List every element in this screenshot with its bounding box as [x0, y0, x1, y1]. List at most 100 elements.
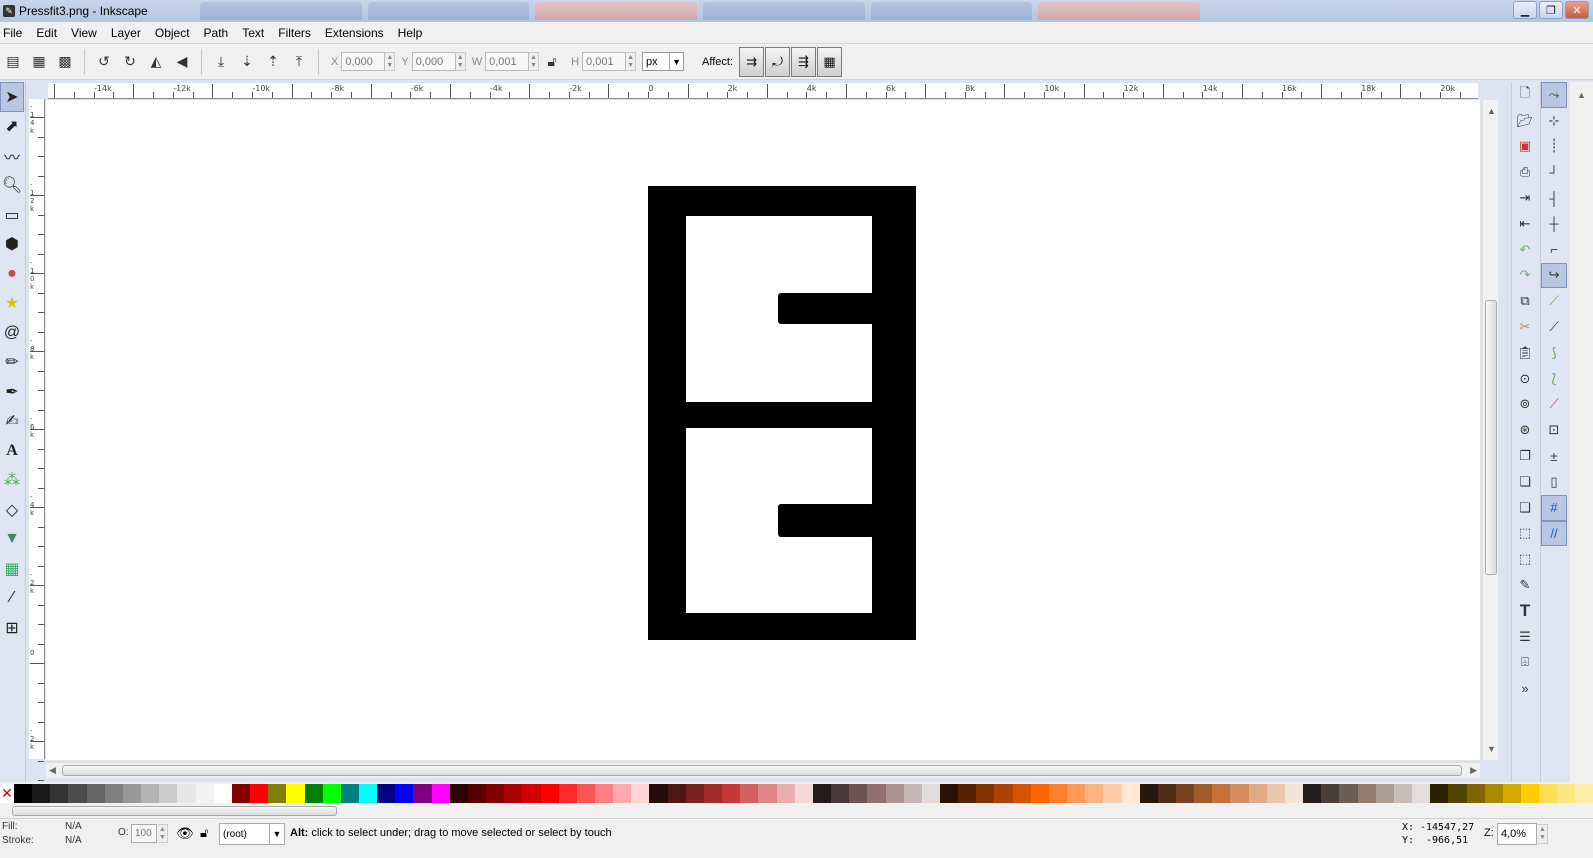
color-swatch[interactable]	[867, 783, 886, 803]
drawing-canvas[interactable]	[46, 100, 1480, 760]
color-swatch[interactable]	[431, 783, 450, 803]
gradient-tool-icon[interactable]: ▦	[0, 554, 24, 584]
color-swatch[interactable]	[939, 783, 959, 803]
color-swatch[interactable]	[703, 783, 723, 803]
opacity-input[interactable]: 100	[131, 824, 157, 843]
menu-layer[interactable]: Layer	[104, 22, 148, 44]
more-icon[interactable]: »	[1512, 675, 1538, 701]
snap-midpoints-icon[interactable]: ⟅	[1541, 366, 1567, 392]
h-input[interactable]: 0,001	[582, 52, 627, 71]
color-swatch[interactable]	[395, 783, 414, 803]
color-swatch[interactable]	[649, 783, 668, 803]
xml-editor-icon[interactable]: ⌹	[1512, 650, 1538, 676]
flip-vertical-icon[interactable]: ◀	[171, 51, 193, 73]
maximize-button[interactable]: ❐	[1539, 1, 1563, 19]
color-swatch[interactable]	[595, 783, 614, 803]
color-swatch[interactable]	[1230, 783, 1249, 803]
color-swatch[interactable]	[50, 783, 69, 803]
w-spinner[interactable]: ▲ ▼	[529, 52, 540, 71]
selector-tool-icon[interactable]: ➤	[0, 82, 24, 112]
zoom-tool-icon[interactable]: 🔍︎	[0, 171, 24, 201]
color-swatch[interactable]	[994, 783, 1013, 803]
new-document-icon[interactable]: 🗋	[1512, 82, 1538, 108]
color-swatch[interactable]	[504, 783, 523, 803]
zoom-selection-icon[interactable]: ⊙	[1512, 366, 1538, 392]
clone-icon[interactable]: ❏	[1512, 469, 1538, 495]
color-swatch[interactable]	[1012, 783, 1031, 803]
zoom-page-icon[interactable]: ⊛	[1512, 417, 1538, 443]
color-swatch[interactable]	[14, 783, 33, 803]
color-swatch[interactable]	[1067, 783, 1086, 803]
spray-tool-icon[interactable]: ⁂	[0, 466, 24, 496]
rotate-ccw-icon[interactable]: ↺	[93, 51, 115, 73]
color-swatch[interactable]	[576, 783, 595, 803]
menu-extensions[interactable]: Extensions	[318, 22, 391, 44]
color-swatch[interactable]	[522, 783, 541, 803]
color-swatch[interactable]	[1085, 783, 1104, 803]
no-paint-swatch[interactable]: ✕	[0, 783, 14, 803]
w-input[interactable]: 0,001	[485, 52, 530, 71]
redo-icon[interactable]: ↷	[1512, 263, 1538, 289]
menu-text[interactable]: Text	[235, 22, 271, 44]
color-swatch[interactable]	[159, 783, 178, 803]
color-swatch[interactable]	[758, 783, 777, 803]
scroll-up-icon[interactable]: ▲	[1577, 90, 1586, 100]
color-swatch[interactable]	[1466, 783, 1485, 803]
dropper-tool-icon[interactable]: ⁄	[0, 584, 24, 614]
color-swatch[interactable]	[667, 783, 686, 803]
snap-bbox-midpoints-icon[interactable]: ┤	[1541, 185, 1567, 211]
scroll-down-icon[interactable]: ▼	[1487, 744, 1496, 754]
color-swatch[interactable]	[268, 783, 287, 803]
menu-path[interactable]: Path	[197, 22, 236, 44]
canvas-horizontal-scrollbar[interactable]: ◀ ▶	[46, 762, 1480, 778]
snap-bbox-icon[interactable]: ⊹	[1541, 108, 1567, 134]
color-swatch[interactable]	[921, 783, 940, 803]
color-swatch[interactable]	[1048, 783, 1068, 803]
color-swatch[interactable]	[613, 783, 632, 803]
ungroup-icon[interactable]: ⬚	[1512, 546, 1538, 572]
color-swatch[interactable]	[122, 783, 142, 803]
color-swatch[interactable]	[413, 783, 432, 803]
snap-page-border-icon[interactable]: ▯	[1541, 469, 1567, 495]
lock-icon[interactable]: 🔓︎	[541, 51, 563, 73]
color-swatch[interactable]	[1484, 783, 1503, 803]
color-swatch[interactable]	[1157, 783, 1176, 803]
save-icon[interactable]: ▣	[1512, 134, 1538, 160]
color-swatch[interactable]	[685, 783, 704, 803]
y-input[interactable]: 0,000	[411, 52, 456, 71]
group-icon[interactable]: ⬚	[1512, 521, 1538, 547]
duplicate-icon[interactable]: ❐	[1512, 443, 1538, 469]
color-swatch[interactable]	[1520, 783, 1540, 803]
layers-icon[interactable]: ☰	[1512, 624, 1538, 650]
unlink-clone-icon[interactable]: ❑	[1512, 495, 1538, 521]
h-spinner[interactable]: ▲ ▼	[626, 52, 637, 71]
close-button[interactable]: ✕	[1565, 1, 1589, 19]
color-swatch[interactable]	[213, 783, 232, 803]
color-swatch[interactable]	[1248, 783, 1267, 803]
paste-icon[interactable]: 📋︎	[1512, 340, 1538, 366]
color-swatch[interactable]	[1030, 783, 1049, 803]
paint-bucket-tool-icon[interactable]: ▼	[0, 525, 24, 555]
color-swatch[interactable]	[1393, 783, 1413, 803]
color-swatch[interactable]	[104, 783, 123, 803]
color-swatch[interactable]	[177, 783, 196, 803]
y-spinner[interactable]: ▲ ▼	[455, 52, 466, 71]
minimize-button[interactable]: ▁	[1513, 1, 1537, 19]
color-swatch[interactable]	[831, 783, 850, 803]
color-swatch[interactable]	[1284, 783, 1304, 803]
menu-edit[interactable]: Edit	[29, 22, 64, 44]
unit-select[interactable]: px ▼	[642, 52, 685, 71]
cut-icon[interactable]: ✂	[1512, 314, 1538, 340]
eraser-tool-icon[interactable]: ◇	[0, 495, 24, 525]
deselect-icon[interactable]: ▩	[54, 51, 76, 73]
zoom-spinner[interactable]: ▲ ▼	[1538, 824, 1548, 844]
connector-tool-icon[interactable]: ⊞	[0, 613, 24, 643]
color-swatch[interactable]	[1557, 783, 1576, 803]
text-font-icon[interactable]: T	[1512, 598, 1538, 624]
color-swatch[interactable]	[1139, 783, 1158, 803]
snap-bbox-centers-icon[interactable]: ┼	[1541, 211, 1567, 237]
raise-to-top-icon[interactable]: ⤒	[288, 51, 310, 73]
snap-text-baseline-icon[interactable]: ±	[1541, 443, 1567, 469]
color-swatch[interactable]	[358, 783, 378, 803]
snap-path-intersections-icon[interactable]: ⟋	[1541, 288, 1567, 314]
